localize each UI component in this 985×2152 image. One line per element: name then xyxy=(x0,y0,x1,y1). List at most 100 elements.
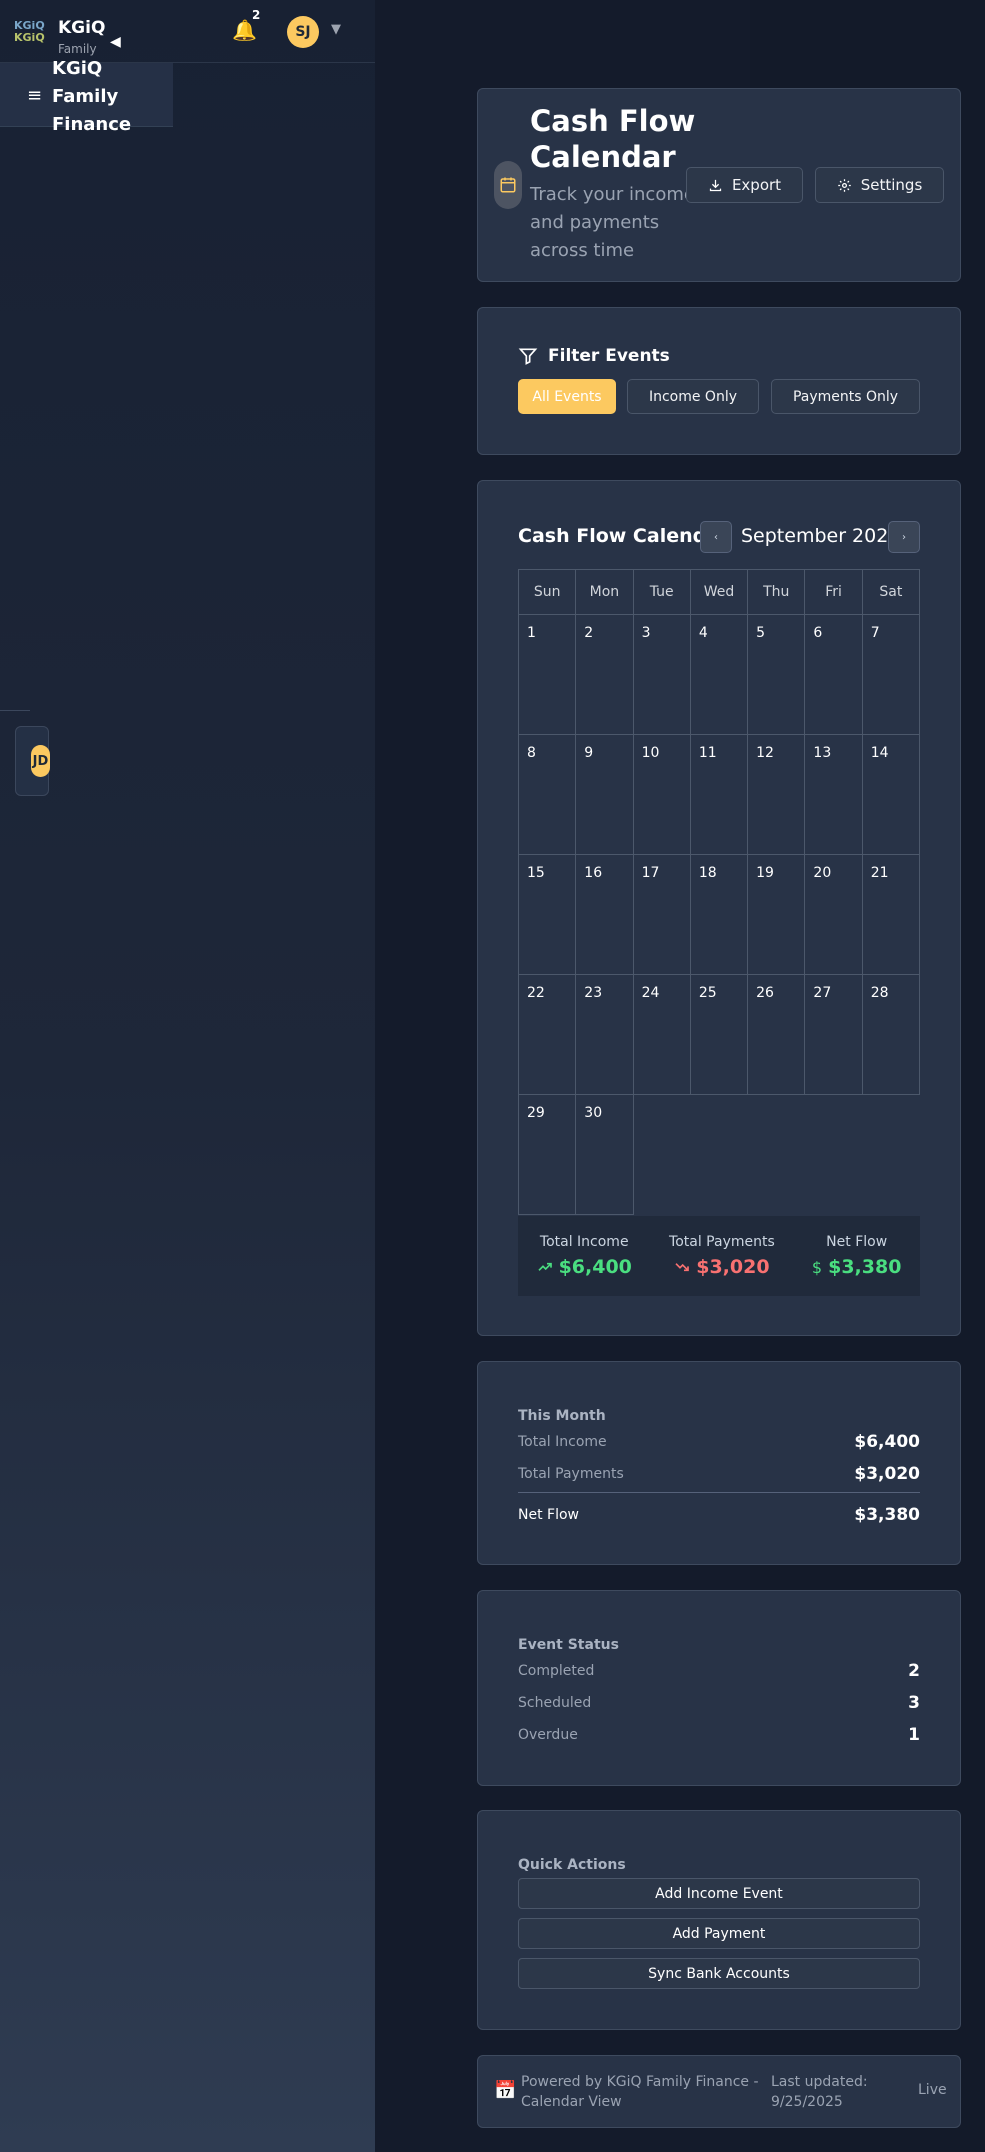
filter-heading: Filter Events xyxy=(518,346,670,366)
download-icon xyxy=(709,179,722,191)
calendar-day[interactable]: 12 xyxy=(748,735,806,855)
calendar-empty-cell xyxy=(863,1095,920,1215)
status-completed-row: Completed 2 xyxy=(518,1661,920,1681)
calendar-day[interactable]: 3 xyxy=(633,615,691,735)
filter-card: Filter Events All Events Income Only Pay… xyxy=(477,307,961,455)
weekday-header: Wed xyxy=(690,570,749,615)
brand-subtitle: Family xyxy=(58,42,97,56)
chevron-down-icon[interactable]: ▼ xyxy=(331,22,341,37)
page-subtitle: Track your income and payments across ti… xyxy=(530,184,695,261)
next-month-button[interactable]: › xyxy=(888,521,920,553)
summary-income: Total Income $6,400 xyxy=(537,1234,632,1278)
filter-income-only[interactable]: Income Only xyxy=(627,379,759,414)
status-scheduled-label: Scheduled xyxy=(518,1695,592,1711)
status-completed-value: 2 xyxy=(908,1661,920,1681)
this-month-net-row: Net Flow $3,380 xyxy=(518,1505,920,1525)
footer-updated: Last updated: 9/25/2025 xyxy=(771,2074,868,2110)
calendar-day[interactable]: 22 xyxy=(519,975,577,1095)
trending-up-icon xyxy=(537,1262,552,1271)
calendar-day[interactable]: 30 xyxy=(576,1095,634,1215)
weekday-header: Mon xyxy=(576,570,634,615)
status-scheduled-row: Scheduled 3 xyxy=(518,1693,920,1713)
status-overdue-label: Overdue xyxy=(518,1727,578,1743)
user-avatar[interactable]: SJ xyxy=(287,16,319,48)
calendar-day[interactable]: 14 xyxy=(862,735,920,855)
export-button[interactable]: Export xyxy=(686,167,803,203)
this-month-income-label: Total Income xyxy=(518,1434,607,1450)
divider xyxy=(518,1492,920,1493)
calendar-day[interactable]: 6 xyxy=(805,615,863,735)
calendar-day[interactable]: 29 xyxy=(519,1095,577,1215)
weekday-header: Thu xyxy=(748,570,806,615)
calendar-day[interactable]: 25 xyxy=(690,975,749,1095)
collapse-sidebar-icon[interactable]: ◀ xyxy=(110,34,121,50)
brand-name: KGiQ xyxy=(58,18,106,38)
calendar-day[interactable]: 28 xyxy=(862,975,920,1095)
trending-down-icon xyxy=(675,1263,690,1272)
calendar-day[interactable]: 23 xyxy=(576,975,634,1095)
calendar-day[interactable]: 1 xyxy=(519,615,577,735)
summary-net-value-wrap: $ $3,380 xyxy=(812,1256,902,1278)
calendar-day[interactable]: 2 xyxy=(576,615,634,735)
calendar-icon xyxy=(494,161,522,209)
calendar-day[interactable]: 11 xyxy=(690,735,749,855)
calendar-day[interactable]: 18 xyxy=(690,855,749,975)
calendar-day[interactable]: 26 xyxy=(748,975,806,1095)
quick-actions-title: Quick Actions xyxy=(518,1857,626,1873)
settings-label: Settings xyxy=(860,176,923,194)
calendar-day[interactable]: 7 xyxy=(862,615,920,735)
this-month-payments-value: $3,020 xyxy=(854,1464,920,1484)
month-label: September 2025 xyxy=(741,525,901,547)
calendar-emoji-icon: 📅 xyxy=(494,2080,517,2101)
this-month-income-row: Total Income $6,400 xyxy=(518,1432,920,1452)
calendar-day[interactable]: 15 xyxy=(519,855,577,975)
calendar-title: Cash Flow Calendar xyxy=(518,525,729,547)
sidebar-user-avatar[interactable]: JD xyxy=(31,745,50,777)
add-payment-button[interactable]: Add Payment xyxy=(518,1918,920,1949)
logo-icon: KGiQ KGiQ xyxy=(14,19,45,44)
calendar-day[interactable]: 19 xyxy=(748,855,806,975)
quick-actions-card: Quick Actions Add Income Event Add Payme… xyxy=(477,1810,961,2030)
status-overdue-value: 1 xyxy=(908,1725,920,1745)
filter-all-events[interactable]: All Events xyxy=(518,379,616,414)
summary-payments-value: $3,020 xyxy=(696,1256,770,1278)
gear-icon xyxy=(837,178,851,192)
settings-button[interactable]: Settings xyxy=(815,167,944,203)
add-income-event-button[interactable]: Add Income Event xyxy=(518,1878,920,1909)
calendar-day[interactable]: 10 xyxy=(633,735,691,855)
this-month-net-label: Net Flow xyxy=(518,1507,579,1523)
export-label: Export xyxy=(731,176,782,194)
calendar-day[interactable]: 16 xyxy=(576,855,634,975)
calendar-day[interactable]: 8 xyxy=(519,735,577,855)
calendar-day[interactable]: 13 xyxy=(805,735,863,855)
summary-income-label: Total Income xyxy=(539,1234,629,1250)
prev-month-button[interactable]: ‹ xyxy=(700,521,732,553)
calendar-day[interactable]: 24 xyxy=(633,975,691,1095)
dollar-icon: $ xyxy=(811,1257,823,1277)
calendar-day[interactable]: 20 xyxy=(805,855,863,975)
summary-payments: Total Payments $3,020 xyxy=(669,1234,775,1278)
sidebar-background xyxy=(0,0,375,2152)
sync-bank-accounts-button[interactable]: Sync Bank Accounts xyxy=(518,1958,920,1989)
this-month-payments-label: Total Payments xyxy=(518,1466,624,1482)
hamburger-icon[interactable]: ≡ xyxy=(27,85,42,106)
filter-payments-only[interactable]: Payments Only xyxy=(771,379,920,414)
status-overdue-row: Overdue 1 xyxy=(518,1725,920,1745)
calendar-day[interactable]: 17 xyxy=(633,855,691,975)
calendar-day[interactable]: 5 xyxy=(748,615,806,735)
weekday-header: Sat xyxy=(862,570,920,615)
status-scheduled-value: 3 xyxy=(908,1693,920,1713)
calendar-grid: Sun Mon Tue Wed Thu Fri Sat 1 2 3 4 5 6 7 8 9 10 11 12 13 14… xyxy=(518,569,920,1215)
calendar-day[interactable]: 9 xyxy=(576,735,634,855)
calendar-empty-cell xyxy=(634,1095,691,1215)
calendar-summary: Total Income $6,400 Total Payments $3,02… xyxy=(518,1216,920,1296)
this-month-card: This Month Total Income $6,400 Total Pay… xyxy=(477,1361,961,1565)
calendar-day[interactable]: 4 xyxy=(690,615,749,735)
sidebar-title: KGiQ Family Finance xyxy=(52,58,132,135)
page-header-card: Cash Flow Calendar Track your income and… xyxy=(477,88,961,282)
calendar-day[interactable]: 21 xyxy=(862,855,920,975)
page-title: Cash Flow Calendar xyxy=(530,104,696,174)
summary-net-value: $3,380 xyxy=(828,1256,902,1278)
notification-count: 2 xyxy=(252,8,261,22)
calendar-day[interactable]: 27 xyxy=(805,975,863,1095)
